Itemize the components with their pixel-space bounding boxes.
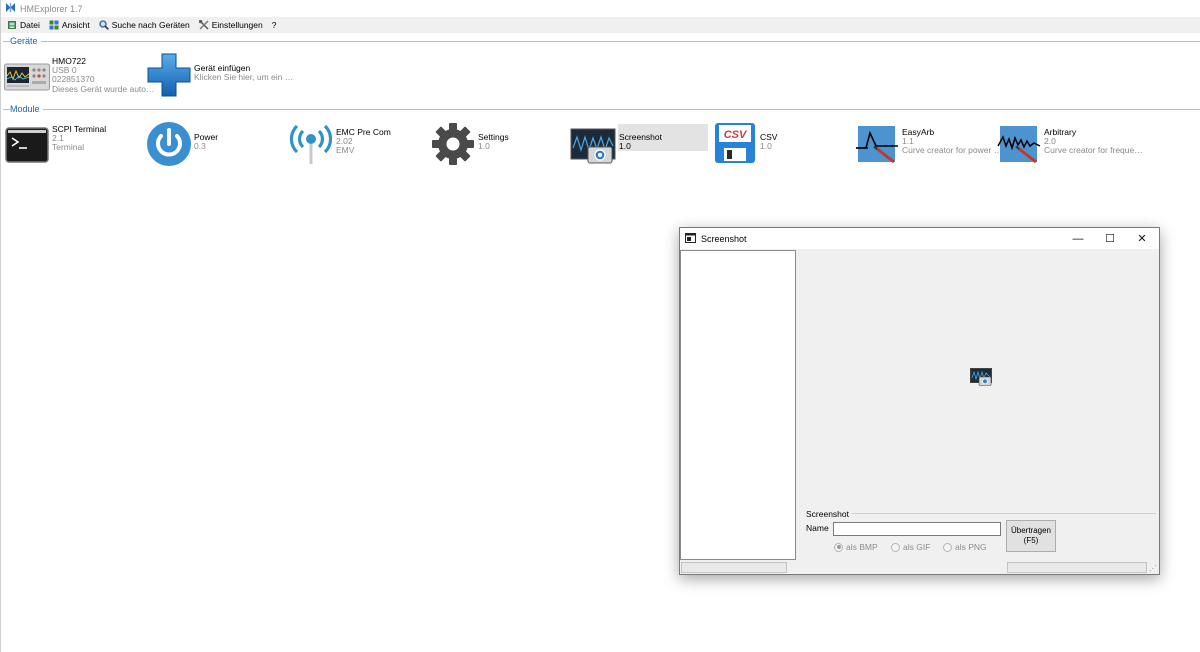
minimize-button[interactable]: — [1061, 228, 1095, 249]
screenshot-list-panel[interactable] [680, 250, 796, 560]
svg-text:CSV: CSV [724, 129, 748, 141]
module-version: 1.0 [478, 141, 490, 152]
module-description: Curve creator for power … [902, 145, 1003, 156]
module-info: Settings 1.0 [478, 121, 509, 151]
add-device-tile[interactable]: Gerät einfügen Klicken Sie hier, um ein … [146, 51, 293, 97]
menu-bar: Datei Ansicht Suche nach Geräten Einstel… [1, 17, 1200, 33]
module-description: EMV [336, 145, 355, 156]
module-tile-easyarb[interactable]: EasyArb 1.1 Curve creator for power … [854, 123, 1002, 167]
module-version: 1.0 [760, 141, 772, 152]
module-info: EMC Pre Com 2.02 EMV [336, 122, 391, 156]
menu-suche-nach-geraeten[interactable]: Suche nach Geräten [99, 17, 190, 33]
menu-einstellungen[interactable]: Einstellungen [198, 17, 263, 33]
app-logo-icon [5, 2, 16, 15]
module-info: Arbitrary 2.0 Curve creator for freque… [1044, 123, 1143, 156]
add-device-hint: Klicken Sie hier, um ein … [194, 72, 294, 83]
module-tile-settings[interactable]: Settings 1.0 [430, 121, 570, 165]
menu-label: ? [271, 20, 277, 30]
radio-label: als PNG [955, 542, 987, 552]
module-description: Curve creator for freque… [1044, 145, 1143, 156]
modules-divider [3, 109, 1200, 110]
module-info: Power 0.3 [194, 121, 218, 151]
menu-label: Einstellungen [211, 20, 263, 30]
module-description: Terminal [52, 142, 85, 153]
name-label: Name [806, 523, 829, 533]
modules-group-label: Module [10, 104, 43, 114]
hmexplorer-app: HMExplorer 1.7 Datei Ansicht Suche nach … [0, 0, 1200, 652]
transfer-button-shortcut: (F5) [1023, 536, 1039, 545]
search-icon [99, 20, 109, 30]
screenshot-icon [570, 124, 616, 168]
module-name: EasyArb [902, 127, 935, 137]
screenshot-window: Screenshot — ☐ ✕ Screenshot Name Übertra… [679, 227, 1160, 575]
module-info: CSV 1.0 [760, 122, 777, 151]
format-gif-radio[interactable]: als GIF [891, 542, 930, 552]
module-info: Screenshot 1.0 [618, 124, 708, 152]
csv-icon: CSV [712, 122, 758, 164]
window-title-bar[interactable]: Screenshot — ☐ ✕ [680, 228, 1159, 249]
status-panel-right [1007, 562, 1147, 573]
transfer-button[interactable]: Übertragen (F5) [1006, 520, 1056, 552]
terminal-icon [4, 123, 50, 167]
menu-label: Ansicht [61, 20, 90, 30]
arbitrary-icon [996, 123, 1042, 167]
window-title: Screenshot [701, 233, 747, 244]
datei-icon [7, 20, 17, 30]
device-description: Dieses Gerät wurde auto… [52, 83, 155, 94]
easyarb-icon [854, 123, 900, 167]
screenshot-group-divider [848, 513, 1156, 514]
radio-label: als GIF [903, 542, 931, 552]
maximize-button[interactable]: ☐ [1093, 228, 1127, 249]
device-info: HMO722 USB 0 022851370 Dieses Gerät wurd… [52, 55, 155, 94]
format-bmp-radio[interactable]: als BMP [834, 542, 878, 552]
screenshot-preview-icon [970, 368, 992, 388]
module-info: EasyArb 1.1 Curve creator for power … [902, 123, 1002, 156]
radio-indicator [891, 542, 900, 552]
ansicht-icon [49, 20, 59, 30]
resize-grip-icon[interactable]: ⋰ [1149, 564, 1157, 573]
module-version: 0.3 [194, 141, 206, 152]
module-tile-power[interactable]: Power 0.3 [146, 121, 286, 167]
module-name: Screenshot [619, 132, 662, 142]
module-tile-arbitrary[interactable]: Arbitrary 2.0 Curve creator for freque… [996, 123, 1143, 167]
radio-indicator [943, 542, 952, 552]
title-bar: HMExplorer 1.7 [1, 0, 1200, 17]
menu-label: Suche nach Geräten [111, 20, 190, 30]
devices-divider [3, 41, 1200, 42]
tools-icon [198, 19, 209, 30]
status-bar: ⋰ [680, 561, 1159, 574]
radio-label: als BMP [846, 542, 878, 552]
format-png-radio[interactable]: als PNG [943, 542, 987, 552]
power-icon [146, 121, 192, 167]
module-info: SCPI Terminal 2.1 Terminal [52, 123, 106, 153]
window-app-icon [685, 232, 696, 245]
devices-group-label: Geräte [10, 36, 41, 46]
module-tile-emc-pre-com[interactable]: EMC Pre Com 2.02 EMV [288, 122, 428, 166]
module-name: Arbitrary [1044, 127, 1077, 137]
plus-icon [146, 51, 192, 99]
module-tile-csv[interactable]: CSV CSV 1.0 [712, 122, 852, 166]
app-title: HMExplorer 1.7 [20, 3, 83, 14]
antenna-icon [288, 122, 334, 166]
menu-ansicht[interactable]: Ansicht [49, 17, 90, 33]
radio-indicator [834, 542, 843, 552]
status-panel-left [681, 562, 787, 573]
oscilloscope-icon [4, 55, 50, 99]
device-tile-hmo722[interactable]: HMO722 USB 0 022851370 Dieses Gerät wurd… [4, 55, 155, 99]
screenshot-preview-panel: Screenshot Name Übertragen (F5) als BMP … [798, 250, 1159, 560]
transfer-button-label: Übertragen [1010, 526, 1052, 535]
gear-icon [430, 121, 476, 167]
close-button[interactable]: ✕ [1125, 228, 1159, 249]
name-input[interactable] [833, 522, 1001, 536]
menu-help[interactable]: ? [272, 17, 277, 33]
module-tile-screenshot[interactable]: Screenshot 1.0 [570, 124, 710, 168]
screenshot-group-label: Screenshot [806, 509, 852, 519]
menu-label: Datei [20, 20, 40, 30]
module-version: 1.0 [619, 141, 631, 152]
add-device-info: Gerät einfügen Klicken Sie hier, um ein … [194, 51, 293, 82]
module-tile-scpi-terminal[interactable]: SCPI Terminal 2.1 Terminal [4, 123, 144, 167]
menu-datei[interactable]: Datei [7, 17, 40, 33]
